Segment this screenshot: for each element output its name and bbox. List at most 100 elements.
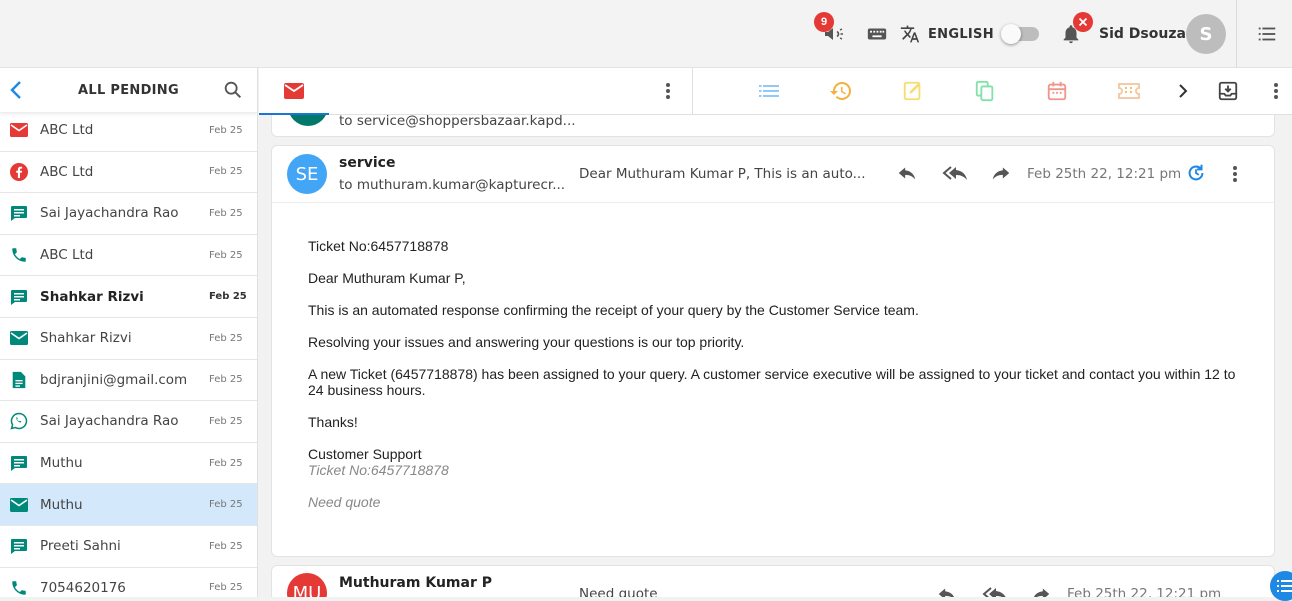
message-card-next[interactable]: MU Muthuram Kumar P Need quote Feb 25th … <box>271 565 1275 597</box>
note-edit-icon <box>903 81 921 100</box>
user-menu[interactable]: Sid Dsouza <box>1099 0 1186 68</box>
conversation-more-button[interactable] <box>650 68 686 113</box>
reply-icon <box>898 167 916 180</box>
sidebar-search-button[interactable] <box>222 79 244 106</box>
sidebar-title: ALL PENDING <box>78 82 179 98</box>
menu-button[interactable] <box>1256 0 1278 68</box>
list-item[interactable]: ABC Ltd Feb 25 <box>0 110 257 152</box>
refresh-button[interactable] <box>1185 162 1207 189</box>
reply-button[interactable] <box>896 163 918 188</box>
body-paragraph: Resolving your issues and answering your… <box>308 334 745 350</box>
calendar-button[interactable] <box>1039 68 1075 113</box>
ticket-icon <box>1118 82 1140 99</box>
copy-icon <box>975 80 994 101</box>
language-label: ENGLISH <box>928 26 994 42</box>
list-item[interactable]: bdjranjini@gmail.com Feb 25 <box>0 360 257 402</box>
keyboard-button[interactable] <box>866 0 888 68</box>
forward-button[interactable] <box>990 163 1012 188</box>
message-snippet: Need quote <box>579 586 658 597</box>
reply-all-button[interactable] <box>982 584 1010 597</box>
list-item-name: ABC Ltd <box>40 247 94 264</box>
phone-icon <box>0 579 34 597</box>
history-button[interactable] <box>823 68 859 113</box>
body-paragraph: A new Ticket (6457718878) has been assig… <box>308 366 1236 398</box>
forward-button[interactable] <box>1030 584 1052 597</box>
reply-button[interactable] <box>936 584 958 597</box>
list-item[interactable]: Muthu Feb 25 <box>0 443 257 485</box>
list-item-name: Shahkar Rizvi <box>40 330 132 347</box>
list-item-date: Feb 25 <box>209 540 243 552</box>
archive-icon <box>1218 81 1238 100</box>
signature: Customer Support <box>308 446 422 462</box>
translate-icon <box>900 25 920 43</box>
user-avatar-button[interactable]: S <box>1186 0 1226 68</box>
list-item-date: Feb 25 <box>209 582 243 594</box>
list-item[interactable]: Sai Jayachandra Rao Feb 25 <box>0 193 257 235</box>
toolbar-more-button[interactable] <box>1258 68 1292 113</box>
list-item-date: Feb 25 <box>209 332 243 344</box>
list-item-date: Feb 25 <box>209 207 243 219</box>
reply-all-icon <box>982 587 1006 597</box>
list-item[interactable]: 7054620176 Feb 25 <box>0 568 257 597</box>
list-item-date: Feb 25 <box>209 124 243 136</box>
details-list-button[interactable] <box>751 68 787 113</box>
list-item[interactable]: Sai Jayachandra Rao Feb 25 <box>0 401 257 443</box>
list-item-date: Feb 25 <box>209 249 243 261</box>
message-card-previous[interactable]: to service@shoppersbazaar.kapd... <box>271 115 1275 137</box>
list-item-date: Feb 25 <box>209 166 243 178</box>
message-date: Feb 25th 22, 12:21 pm <box>1067 586 1222 597</box>
list-item-name: Sai Jayachandra Rao <box>40 413 179 430</box>
toolbar-next-button[interactable] <box>1165 68 1201 113</box>
chat-icon <box>0 288 34 306</box>
more-vertical-icon <box>1274 82 1278 99</box>
thanks-line: Thanks! <box>308 414 358 430</box>
notes-button[interactable] <box>895 68 931 113</box>
list-menu-icon <box>1258 27 1276 41</box>
chevron-left-icon <box>10 81 21 99</box>
list-item[interactable]: Muthu Feb 25 <box>0 484 257 526</box>
list-item-date: Feb 25 <box>209 291 247 303</box>
list-item[interactable]: Shahkar Rizvi Feb 25 <box>0 276 257 318</box>
forward-icon <box>1033 588 1050 597</box>
refresh-icon <box>1188 164 1204 181</box>
list-item[interactable]: Shahkar Rizvi Feb 25 <box>0 318 257 360</box>
message-more-button[interactable] <box>1232 165 1238 188</box>
language-selector[interactable]: ENGLISH <box>900 0 994 68</box>
whatsapp-icon <box>0 412 34 431</box>
quoted-text: Need quote <box>308 494 381 510</box>
list-item[interactable]: ABC Ltd Feb 25 <box>0 152 257 194</box>
reply-all-button[interactable] <box>942 163 970 188</box>
list-item[interactable]: Preeti Sahni Feb 25 <box>0 526 257 568</box>
sender-name: service <box>339 155 396 171</box>
list-item-name: Preeti Sahni <box>40 538 121 555</box>
ticket-button[interactable] <box>1111 68 1147 113</box>
more-vertical-icon <box>1233 166 1237 182</box>
message-body: Ticket No:6457718878 Dear Muthuram Kumar… <box>308 238 1248 510</box>
list-item-date: Feb 25 <box>209 374 243 386</box>
message-header[interactable]: SE service to muthuram.kumar@kapturecr..… <box>272 146 1276 203</box>
back-button[interactable] <box>6 78 28 107</box>
chat-icon <box>0 204 34 222</box>
list-item-name: Sai Jayachandra Rao <box>40 205 179 222</box>
list-item[interactable]: ABC Ltd Feb 25 <box>0 235 257 277</box>
facebook-icon <box>0 162 34 181</box>
copy-button[interactable] <box>967 68 1003 113</box>
status-toggle[interactable] <box>1001 0 1039 68</box>
chevron-right-icon <box>1179 83 1188 98</box>
keyboard-icon <box>867 28 887 40</box>
tab-email[interactable] <box>259 68 329 115</box>
document-icon <box>0 371 34 389</box>
avatar: SE <box>287 154 327 194</box>
search-icon <box>224 81 242 99</box>
recipient-line: to service@shoppersbazaar.kapd... <box>339 115 576 129</box>
list-item-name: ABC Ltd <box>40 163 94 180</box>
notifications-button[interactable] <box>1060 0 1093 68</box>
avatar: S <box>1186 14 1226 54</box>
notification-error-badge <box>1073 12 1093 32</box>
announcement-button[interactable]: 9 <box>814 0 846 68</box>
archive-button[interactable] <box>1210 68 1246 113</box>
message-date: Feb 25th 22, 12:21 pm <box>1027 166 1182 182</box>
sender-name: Muthuram Kumar P <box>339 575 492 591</box>
list-item-date: Feb 25 <box>209 415 243 427</box>
signature-ticket: Ticket No:6457718878 <box>308 462 449 478</box>
